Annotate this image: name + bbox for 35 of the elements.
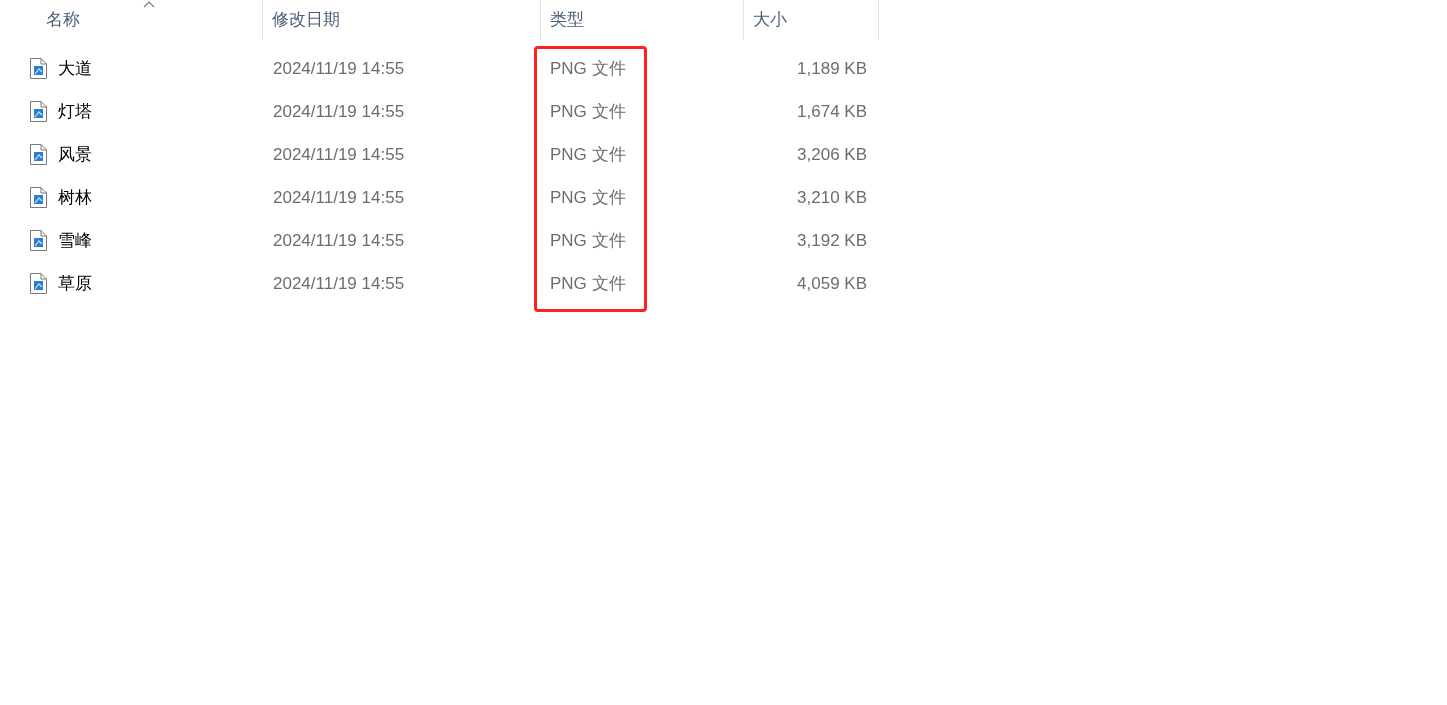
column-header[interactable]: 类型 — [541, 0, 744, 40]
column-header[interactable]: 大小 — [744, 0, 879, 40]
column-header[interactable]: 修改日期 — [263, 0, 541, 40]
file-name[interactable]: 大道 — [58, 55, 92, 82]
file-name[interactable]: 草原 — [58, 270, 92, 297]
modified-date: 2024/11/19 14:55 — [273, 101, 405, 121]
image-file-icon — [30, 187, 47, 208]
file-type: PNG 文件 — [550, 187, 626, 207]
file-size: 1,674 KB — [797, 101, 867, 121]
file-name[interactable]: 风景 — [58, 141, 92, 168]
image-file-icon — [30, 230, 47, 251]
image-file-icon — [30, 144, 47, 165]
modified-date: 2024/11/19 14:55 — [273, 144, 405, 164]
modified-date: 2024/11/19 14:55 — [273, 230, 405, 250]
image-file-icon — [30, 273, 47, 294]
modified-date: 2024/11/19 14:55 — [273, 187, 405, 207]
file-size: 3,210 KB — [797, 187, 867, 207]
column-header[interactable]: 名称 — [0, 0, 263, 40]
file-name[interactable]: 灯塔 — [58, 98, 92, 125]
modified-date: 2024/11/19 14:55 — [273, 58, 405, 78]
file-name[interactable]: 树林 — [58, 184, 92, 211]
file-size: 4,059 KB — [797, 273, 867, 293]
image-file-icon — [30, 58, 47, 79]
file-type: PNG 文件 — [550, 144, 626, 164]
file-size: 3,206 KB — [797, 144, 867, 164]
file-type: PNG 文件 — [550, 273, 626, 293]
file-type: PNG 文件 — [550, 58, 626, 78]
modified-date: 2024/11/19 14:55 — [273, 273, 405, 293]
file-name[interactable]: 雪峰 — [58, 227, 92, 254]
file-type: PNG 文件 — [550, 101, 626, 121]
sort-caret-icon — [143, 1, 155, 8]
file-type: PNG 文件 — [550, 230, 626, 250]
image-file-icon — [30, 101, 47, 122]
file-size: 1,189 KB — [797, 58, 867, 78]
file-size: 3,192 KB — [797, 230, 867, 250]
